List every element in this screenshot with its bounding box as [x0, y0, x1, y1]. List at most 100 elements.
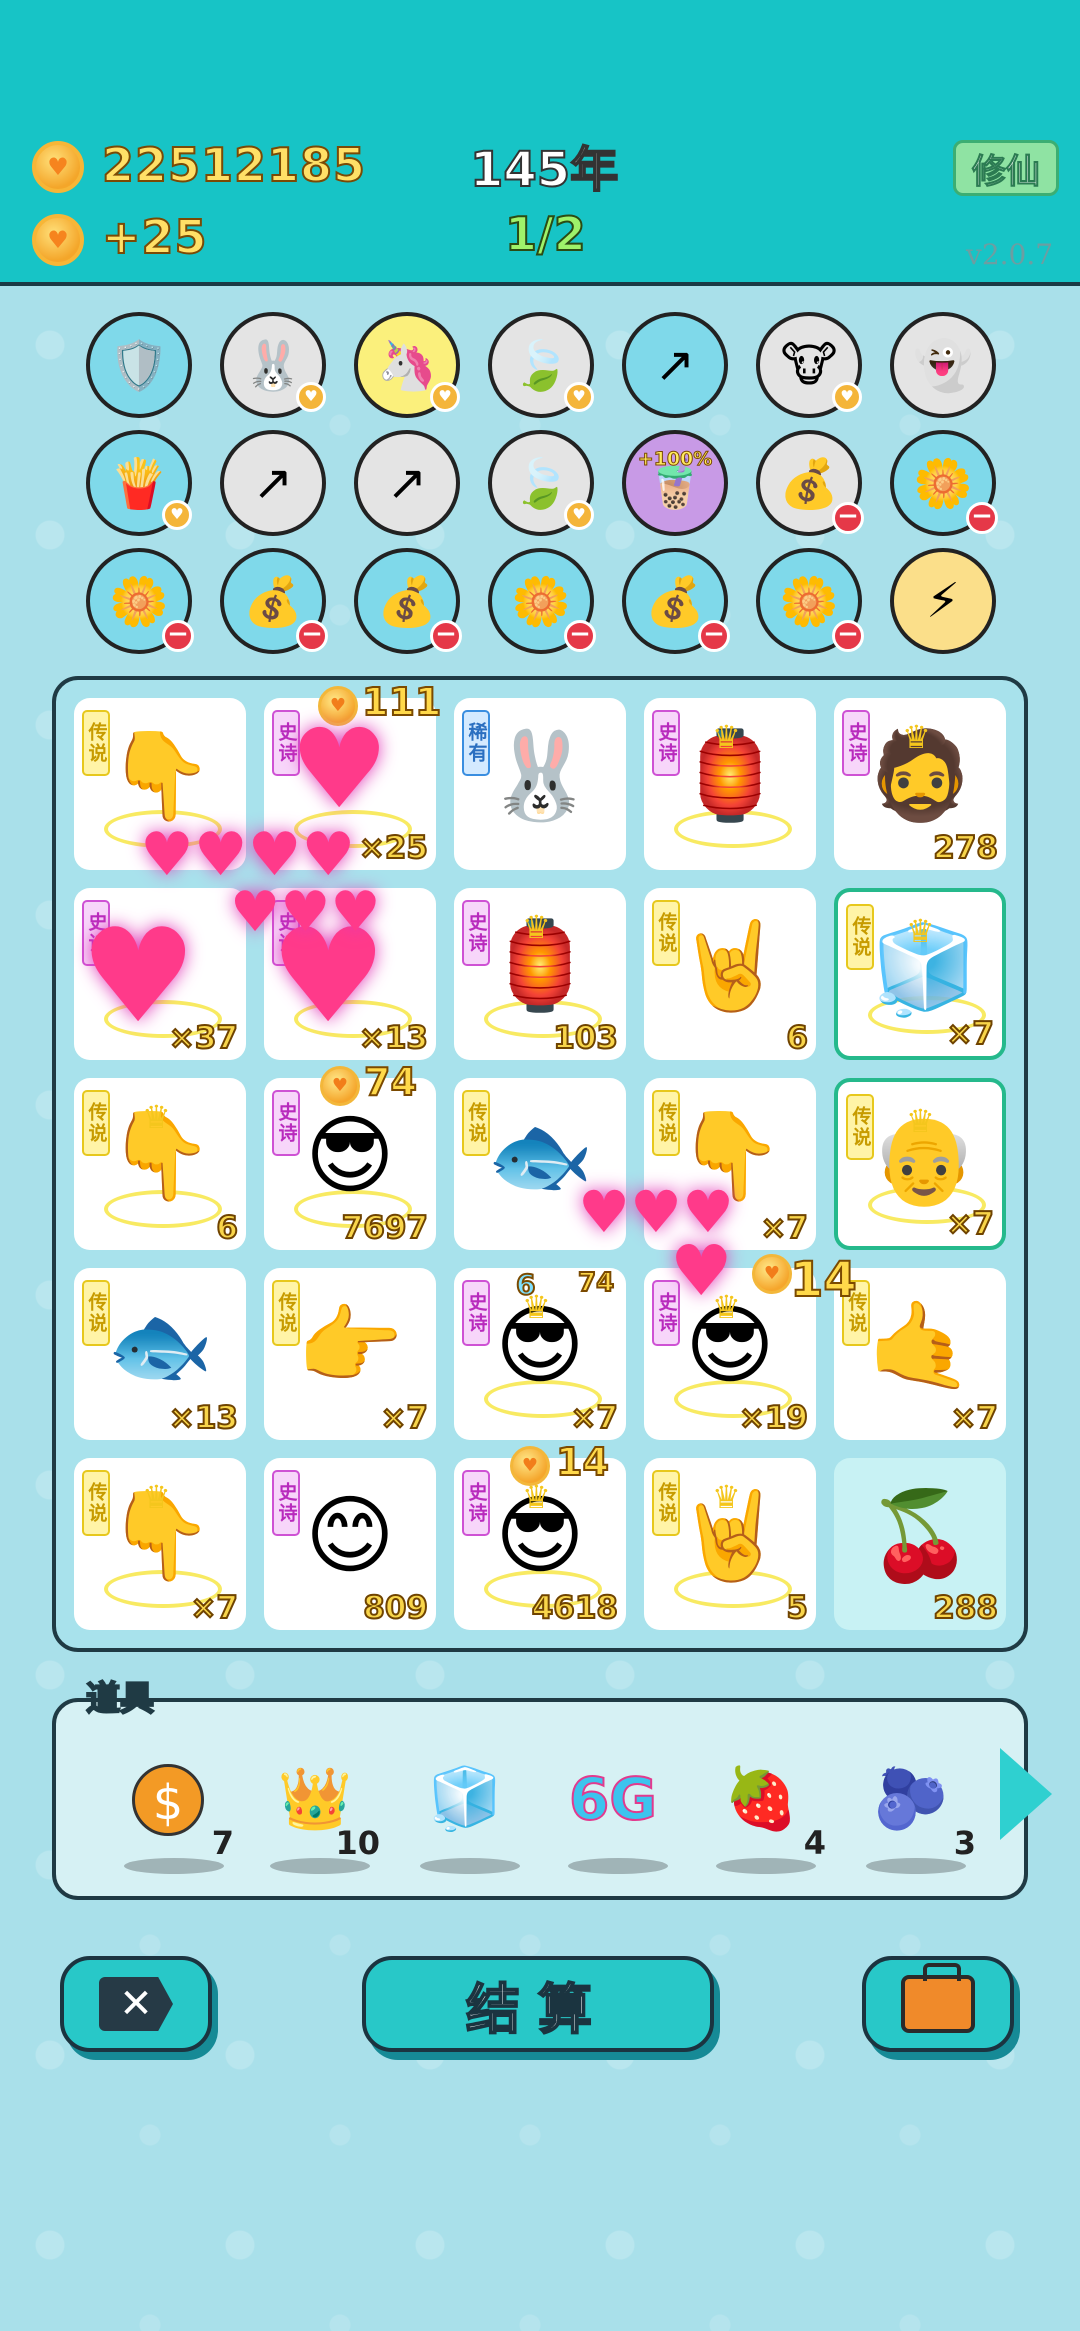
buff-glyph: 👻 [913, 337, 973, 394]
heart-badge-icon: ♥ [564, 500, 594, 530]
crown-icon: ♛ [712, 1288, 741, 1326]
item-quantity: 3 [953, 1824, 976, 1862]
cell-count: 4618 [531, 1589, 619, 1627]
board-cell[interactable]: 🤙 传说 ×7 [834, 1268, 1006, 1440]
board-cell[interactable]: 史诗 ×13 [264, 888, 436, 1060]
rarity-tag: 史诗 [842, 710, 870, 776]
item-shadow [124, 1858, 224, 1874]
board-cell[interactable]: 👴 ♛ 传说 ×7 [834, 1078, 1006, 1250]
buff-glyph: ↗ [386, 455, 428, 511]
coin-rate-icon: ♥ [32, 214, 84, 266]
item-slot[interactable]: $7 [114, 1754, 234, 1874]
board-cell[interactable]: 👉 传说 ×7 [264, 1268, 436, 1440]
cell-count: 288 [932, 1589, 999, 1627]
board-cell[interactable]: 👇 ♛ 传说 6 [74, 1078, 246, 1250]
buff-glyph: 💰 [645, 573, 705, 630]
rarity-tag: 传说 [272, 1280, 300, 1346]
rarity-tag: 传说 [82, 1090, 110, 1156]
rarity-tag: 传说 [82, 1280, 110, 1346]
milk-tea-icon[interactable]: 🧋 +100% [622, 430, 728, 536]
minus-badge-icon: − [430, 620, 462, 652]
item-slot[interactable]: 🍓 4 [706, 1754, 826, 1874]
board-cell[interactable]: 👇 传说 [74, 698, 246, 870]
board-cell[interactable]: 🤘 传说 6 [644, 888, 816, 1060]
items-title: 道具 [85, 1678, 155, 1720]
arrow-up-right-icon[interactable]: ↗ [220, 430, 326, 536]
board-cell[interactable]: 🐰 稀有 [454, 698, 626, 870]
rabbit-icon[interactable]: 🐰 ♥ [220, 312, 326, 418]
board-cell[interactable]: 🏮 ♛ 史诗 103 [454, 888, 626, 1060]
leaf-icon[interactable]: 🍃 ♥ [488, 430, 594, 536]
bayberry-icon: 🍓 [723, 1764, 799, 1834]
cow-couple-icon[interactable]: 🐮 ♥ [756, 312, 862, 418]
board-cell[interactable]: 👇 ♛ 传说 ×7 [74, 1458, 246, 1630]
wrench-shield-icon[interactable]: 🛡️ [86, 312, 192, 418]
stage-progress: 1/2 [504, 206, 587, 262]
board-cell[interactable]: 🐟 传说 [454, 1078, 626, 1250]
arrow-up-right-icon[interactable]: ↗ [622, 312, 728, 418]
rarity-tag: 传说 [652, 900, 680, 966]
fries-icon[interactable]: 🍟 ♥ [86, 430, 192, 536]
board-cell[interactable]: 🧔 ♛ 史诗 278 [834, 698, 1006, 870]
floating-reward: 111 [361, 679, 442, 725]
leaf-icon[interactable]: 🍃 ♥ [488, 312, 594, 418]
cell-count: ×13 [358, 1019, 429, 1057]
rarity-tag: 传说 [652, 1470, 680, 1536]
buff-glyph: 🌼 [109, 573, 169, 630]
item-slot[interactable]: 🫐 3 [856, 1754, 976, 1874]
board-cell[interactable]: 😊 史诗 809 [264, 1458, 436, 1630]
coin-rate: +25 [101, 209, 208, 265]
exit-button[interactable]: ✕ [60, 1956, 212, 2052]
floating-coin-icon: ♥ [510, 1446, 550, 1486]
floating-reward: 6 [515, 1267, 537, 1302]
settle-button[interactable]: 结算 [362, 1956, 714, 2052]
version-label: v2.0.7 [966, 238, 1054, 271]
board-cell[interactable]: 🍒 288 [834, 1458, 1006, 1630]
floating-reward: 14 [555, 1439, 610, 1485]
money-bag-icon[interactable]: 💰 − [354, 548, 462, 654]
cell-count: 6 [785, 1019, 809, 1057]
potted-flower-icon[interactable]: 🌼 − [488, 548, 596, 654]
money-bag-icon[interactable]: 💰 − [756, 430, 864, 536]
items-next-arrow-icon[interactable] [1000, 1748, 1052, 1840]
minus-badge-icon: − [564, 620, 596, 652]
item-shadow [568, 1858, 668, 1874]
cell-count: 6 [215, 1209, 239, 1247]
arrow-up-right-icon[interactable]: ↗ [354, 430, 460, 536]
board-cell[interactable]: 史诗 ×37 [74, 888, 246, 1060]
lightning-icon[interactable]: ⚡ [890, 548, 996, 654]
board-cell[interactable]: 👇 传说 ×7 [644, 1078, 816, 1250]
item-slot[interactable]: 🧊 [410, 1754, 530, 1874]
board-cell[interactable]: 🐟 传说 ×13 [74, 1268, 246, 1440]
buff-glyph: 🍃 [511, 337, 571, 394]
cell-count: ×7 [949, 1399, 999, 1437]
unicorn-icon[interactable]: 🦄 ♥ [354, 312, 460, 418]
floating-coin-icon: ♥ [752, 1254, 792, 1294]
potted-flower-icon[interactable]: 🌼 − [756, 548, 864, 654]
ghost-icon[interactable]: 👻 [890, 312, 996, 418]
year-counter: 145年 [469, 141, 619, 199]
rarity-tag: 史诗 [462, 1280, 490, 1346]
rarity-tag: 传说 [82, 1470, 110, 1536]
item-slot[interactable]: 6G [558, 1754, 678, 1874]
board-cell[interactable]: 🏮 ♛ 史诗 [644, 698, 816, 870]
money-bag-icon[interactable]: 💰 − [220, 548, 328, 654]
item-quantity: 4 [803, 1824, 826, 1862]
cell-count: ×13 [168, 1399, 239, 1437]
potted-flower-icon[interactable]: 🌼 − [890, 430, 998, 536]
cell-count: ×7 [945, 1015, 995, 1053]
money-bag-icon[interactable]: 💰 − [622, 548, 730, 654]
rarity-tag: 传说 [82, 710, 110, 776]
top-bar: ♥ 22512185 ♥ +25 145年 1/2 修仙 v2.0.7 [0, 0, 1080, 286]
board-cell[interactable]: 🧊 ♛ 传说 ×7 [834, 888, 1006, 1060]
rarity-tag: 传说 [652, 1090, 680, 1156]
item-slot[interactable]: 👑 10 [260, 1754, 380, 1874]
board-cell[interactable]: 🤘 ♛ 传说 5 [644, 1458, 816, 1630]
potted-flower-icon[interactable]: 🌼 − [86, 548, 194, 654]
cultivate-button[interactable]: 修仙 [953, 140, 1059, 196]
briefcase-button[interactable] [862, 1956, 1014, 2052]
item-shadow [716, 1858, 816, 1874]
crown-icon: ♛ [906, 1102, 935, 1140]
fridge-frame-icon: 🧊 [427, 1764, 503, 1834]
cell-count: 5 [785, 1589, 809, 1627]
